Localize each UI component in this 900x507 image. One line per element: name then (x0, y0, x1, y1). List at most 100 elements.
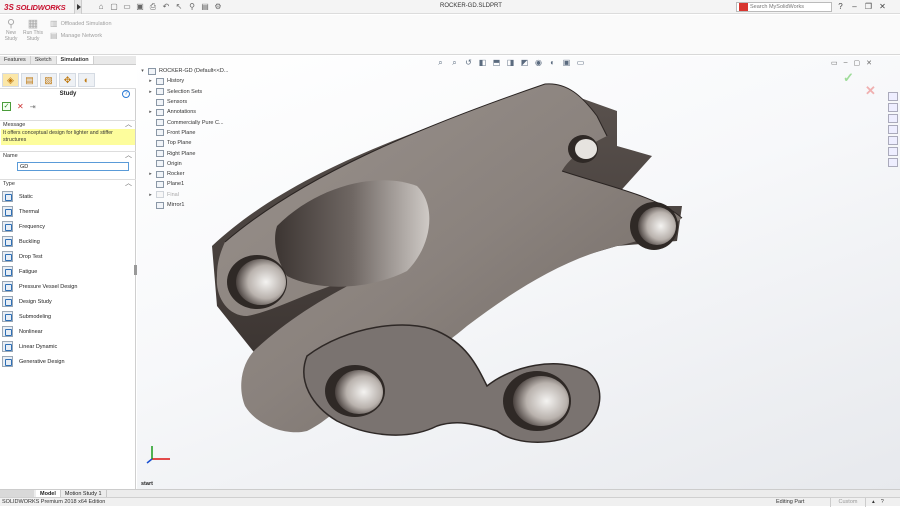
custom-properties-icon[interactable] (888, 147, 898, 156)
heads-up-view-toolbar: ⌕ ⌕ ↺ ◧ ⬒ ◨ ◩ ◉ ◐ ▣ ▭ (436, 58, 585, 68)
minimize-icon[interactable]: – (850, 2, 859, 12)
tree-item-selection-sets[interactable]: ▸ Selection Sets (140, 87, 340, 97)
tree-item-material[interactable]: Commercially Pure C... (140, 117, 340, 127)
tree-item-plane1[interactable]: Plane1 (140, 179, 340, 189)
tree-root[interactable]: ▾ ROCKER-GD (Default<<D... (140, 66, 340, 76)
type-submodeling[interactable]: Submodeling (2, 309, 134, 324)
solidworks-logo[interactable]: 3S SOLIDWORKS (4, 2, 66, 12)
section-view-icon[interactable]: ◧ (478, 58, 487, 68)
print-icon[interactable]: ⎙ (148, 2, 158, 12)
type-pressure-vessel[interactable]: Pressure Vessel Design (2, 279, 134, 294)
undo-icon[interactable]: ↶ (161, 2, 171, 12)
expand-arrow-icon[interactable]: ▸ (148, 171, 153, 177)
viewport-maximize-icon[interactable]: ▢ (854, 59, 861, 67)
hide-show-items-icon[interactable]: ◉ (534, 58, 543, 68)
home-icon[interactable]: ⌂ (96, 2, 106, 12)
file-explorer-icon[interactable] (888, 114, 898, 123)
type-section-header[interactable]: Type ︿ (0, 179, 136, 187)
expand-arrow-icon[interactable]: ▸ (148, 192, 153, 198)
close-icon[interactable]: ✕ (878, 2, 887, 12)
save-icon[interactable]: ▣ (135, 2, 145, 12)
view-orientation-icon[interactable]: ◨ (506, 58, 515, 68)
manage-network-button[interactable]: ▤ Manage Network (50, 31, 102, 40)
search-box[interactable] (736, 2, 832, 12)
help-icon[interactable]: ? (836, 2, 845, 12)
expand-arrow-icon[interactable]: ▸ (148, 109, 153, 115)
type-thermal[interactable]: Thermal (2, 204, 134, 219)
tree-item-final[interactable]: ▸ Final (140, 190, 340, 200)
design-library-icon[interactable] (888, 103, 898, 112)
type-nonlinear[interactable]: Nonlinear (2, 324, 134, 339)
tab-simulation[interactable]: Simulation (56, 56, 94, 64)
material-icon (156, 119, 164, 127)
type-static[interactable]: Static (2, 189, 134, 204)
display-style-icon[interactable]: ◩ (520, 58, 529, 68)
tree-item-front-plane[interactable]: Front Plane (140, 128, 340, 138)
expand-arrow-icon[interactable]: ▾ (140, 68, 145, 74)
message-section-header[interactable]: Message ︿ (0, 120, 136, 128)
previous-view-icon[interactable]: ↺ (464, 58, 473, 68)
feature-manager-icon[interactable]: ◈ (2, 73, 19, 87)
search-input[interactable] (750, 4, 810, 10)
confirmation-cancel-icon[interactable]: ✕ (865, 83, 876, 99)
type-buckling[interactable]: Buckling (2, 234, 134, 249)
new-study-button[interactable]: ⚲ New Study (0, 18, 22, 42)
apply-scene-icon[interactable]: ▣ (562, 58, 571, 68)
type-fatigue[interactable]: Fatigue (2, 264, 134, 279)
view-settings-icon[interactable]: ▭ (576, 58, 585, 68)
edit-appearance-icon[interactable]: ◐ (548, 58, 557, 68)
run-study-button[interactable]: ▦ Run This Study (22, 18, 44, 42)
solidworks-resources-icon[interactable] (888, 92, 898, 101)
pushpin-icon[interactable]: ⇥ (30, 103, 36, 111)
study-name-input[interactable]: GD (17, 162, 129, 171)
ok-check-icon[interactable]: ✓ (2, 102, 11, 111)
forum-icon[interactable] (888, 158, 898, 167)
cancel-x-icon[interactable]: ✕ (17, 102, 24, 111)
offloaded-simulation-button[interactable]: ▥ Offloaded Simulation (50, 19, 112, 28)
tree-item-right-plane[interactable]: Right Plane (140, 148, 340, 158)
type-linear-dynamic[interactable]: Linear Dynamic (2, 339, 134, 354)
appearances-icon[interactable] (888, 136, 898, 145)
tab-features[interactable]: Features (0, 56, 31, 64)
panel-resize-handle[interactable] (134, 265, 137, 275)
name-section-header[interactable]: Name ︿ (0, 151, 136, 159)
zoom-to-fit-icon[interactable]: ⌕ (436, 58, 445, 68)
tree-item-origin[interactable]: Origin (140, 159, 340, 169)
collapse-chevron-icon[interactable]: ︿ (125, 121, 132, 129)
new-document-icon[interactable]: ▢ (109, 2, 119, 12)
options-gear-icon[interactable]: ⚙ (213, 2, 223, 12)
collapse-chevron-icon[interactable]: ︿ (125, 180, 132, 188)
expand-arrow-icon[interactable]: ▸ (148, 78, 153, 84)
open-icon[interactable]: ▭ (122, 2, 132, 12)
menu-expand-arrow[interactable] (74, 0, 82, 14)
viewport-restore-icon[interactable]: ▭ (831, 59, 838, 67)
tree-item-history[interactable]: ▸ History (140, 76, 340, 86)
type-generative-design[interactable]: Generative Design (2, 354, 134, 369)
help-icon[interactable]: ? (122, 90, 130, 98)
viewport-close-icon[interactable]: ✕ (866, 59, 872, 67)
rebuild-icon[interactable]: ⚲ (187, 2, 197, 12)
tree-item-annotations[interactable]: ▸ Annotations (140, 107, 340, 117)
confirmation-ok-icon[interactable]: ✓ (843, 70, 854, 86)
tree-item-top-plane[interactable]: Top Plane (140, 138, 340, 148)
configuration-manager-icon[interactable]: ▧ (40, 73, 57, 87)
view-palette-icon[interactable] (888, 125, 898, 134)
tree-item-sensors[interactable]: Sensors (140, 97, 340, 107)
tree-item-mirror1[interactable]: Mirror1 (140, 200, 340, 210)
zoom-area-icon[interactable]: ⌕ (450, 58, 459, 68)
type-design-study[interactable]: Design Study (2, 294, 134, 309)
tab-sketch[interactable]: Sketch (31, 56, 57, 64)
display-manager-icon[interactable]: ◐ (78, 73, 95, 87)
dynamic-annotation-icon[interactable]: ⬒ (492, 58, 501, 68)
type-frequency[interactable]: Frequency (2, 219, 134, 234)
expand-arrow-icon[interactable]: ▸ (148, 89, 153, 95)
type-drop-test[interactable]: Drop Test (2, 249, 134, 264)
select-icon[interactable]: ↖ (174, 2, 184, 12)
collapse-chevron-icon[interactable]: ︿ (125, 152, 132, 160)
tree-item-rocker[interactable]: ▸ Rocker (140, 169, 340, 179)
restore-icon[interactable]: ❐ (864, 2, 873, 12)
viewport-minimize-icon[interactable]: – (844, 59, 848, 67)
dimxpert-icon[interactable]: ✥ (59, 73, 76, 87)
property-manager-icon[interactable]: ▤ (21, 73, 38, 87)
file-properties-icon[interactable]: ▤ (200, 2, 210, 12)
